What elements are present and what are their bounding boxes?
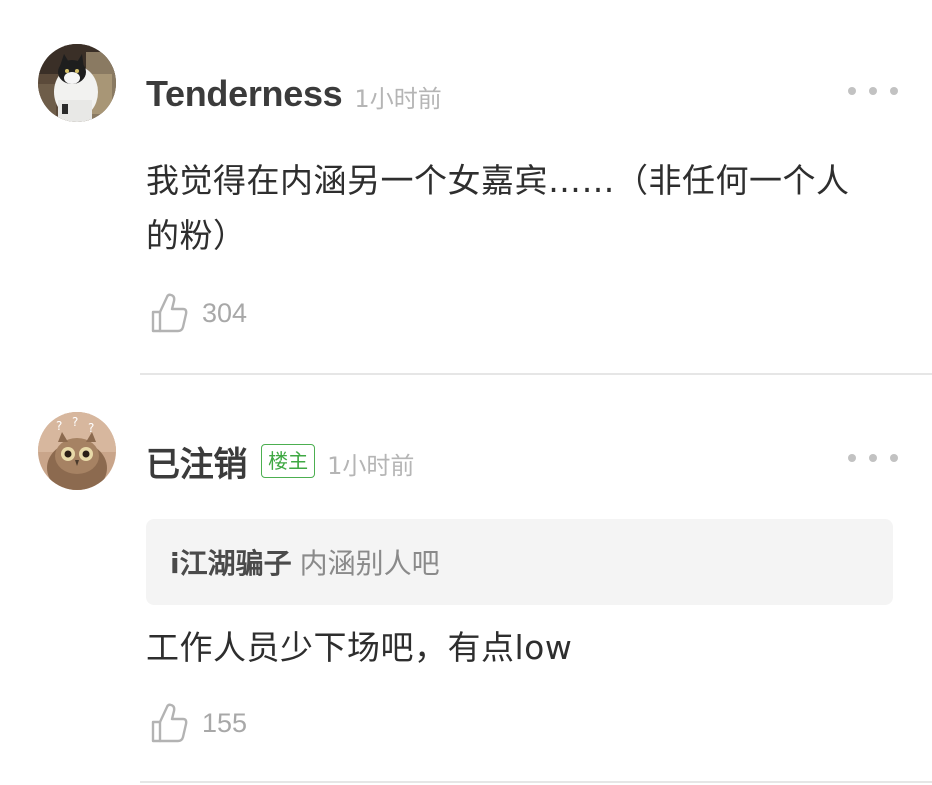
more-dots-icon — [848, 454, 856, 462]
quoted-username[interactable]: i江湖骗子 — [170, 542, 292, 582]
thumbs-up-icon — [151, 703, 188, 743]
timestamp: 1小时前 — [327, 451, 415, 480]
username[interactable]: Tenderness — [146, 73, 343, 115]
quoted-reply[interactable]: i江湖骗子 内涵别人吧 — [146, 519, 893, 605]
comment-text: 工作人员少下场吧，有点low — [146, 628, 573, 667]
like-count: 304 — [202, 297, 248, 328]
owl-photo-avatar-icon: ? ? ? — [38, 412, 116, 490]
thumbs-up-icon — [151, 293, 188, 333]
username[interactable]: 已注销 — [146, 437, 247, 486]
more-options-button[interactable] — [848, 443, 898, 473]
svg-text:?: ? — [88, 421, 94, 435]
divider — [140, 373, 932, 375]
quoted-text: 内涵别人吧 — [299, 547, 440, 580]
more-options-button[interactable] — [848, 76, 898, 106]
comment-item: Tenderness 1小时前 我觉得在内涵另一个女嘉宾……（非任何一个人的粉）… — [0, 0, 932, 376]
op-badge: 楼主 — [261, 444, 316, 478]
more-dots-icon — [848, 87, 856, 95]
avatar[interactable]: ? ? ? — [38, 412, 116, 490]
timestamp: 1小时前 — [354, 84, 442, 113]
svg-text:?: ? — [72, 415, 78, 429]
comment-text: 我觉得在内涵另一个女嘉宾……（非任何一个人的粉） — [146, 161, 850, 255]
avatar[interactable] — [38, 44, 116, 122]
comment-item: ? ? ? 已注销 楼主 1小时前 i江湖骗子 内涵别人吧 工作人员少下场吧，有… — [0, 376, 932, 785]
comment-header: 已注销 楼主 1小时前 — [146, 437, 414, 485]
svg-text:?: ? — [56, 419, 62, 433]
like-button[interactable]: 304 — [150, 290, 247, 336]
like-button[interactable]: 155 — [150, 700, 247, 746]
like-count: 155 — [202, 707, 248, 738]
cat-photo-avatar-icon — [38, 44, 116, 122]
comment-list: Tenderness 1小时前 我觉得在内涵另一个女嘉宾……（非任何一个人的粉）… — [0, 0, 932, 785]
comment-header: Tenderness 1小时前 — [146, 70, 442, 118]
divider — [140, 781, 932, 783]
